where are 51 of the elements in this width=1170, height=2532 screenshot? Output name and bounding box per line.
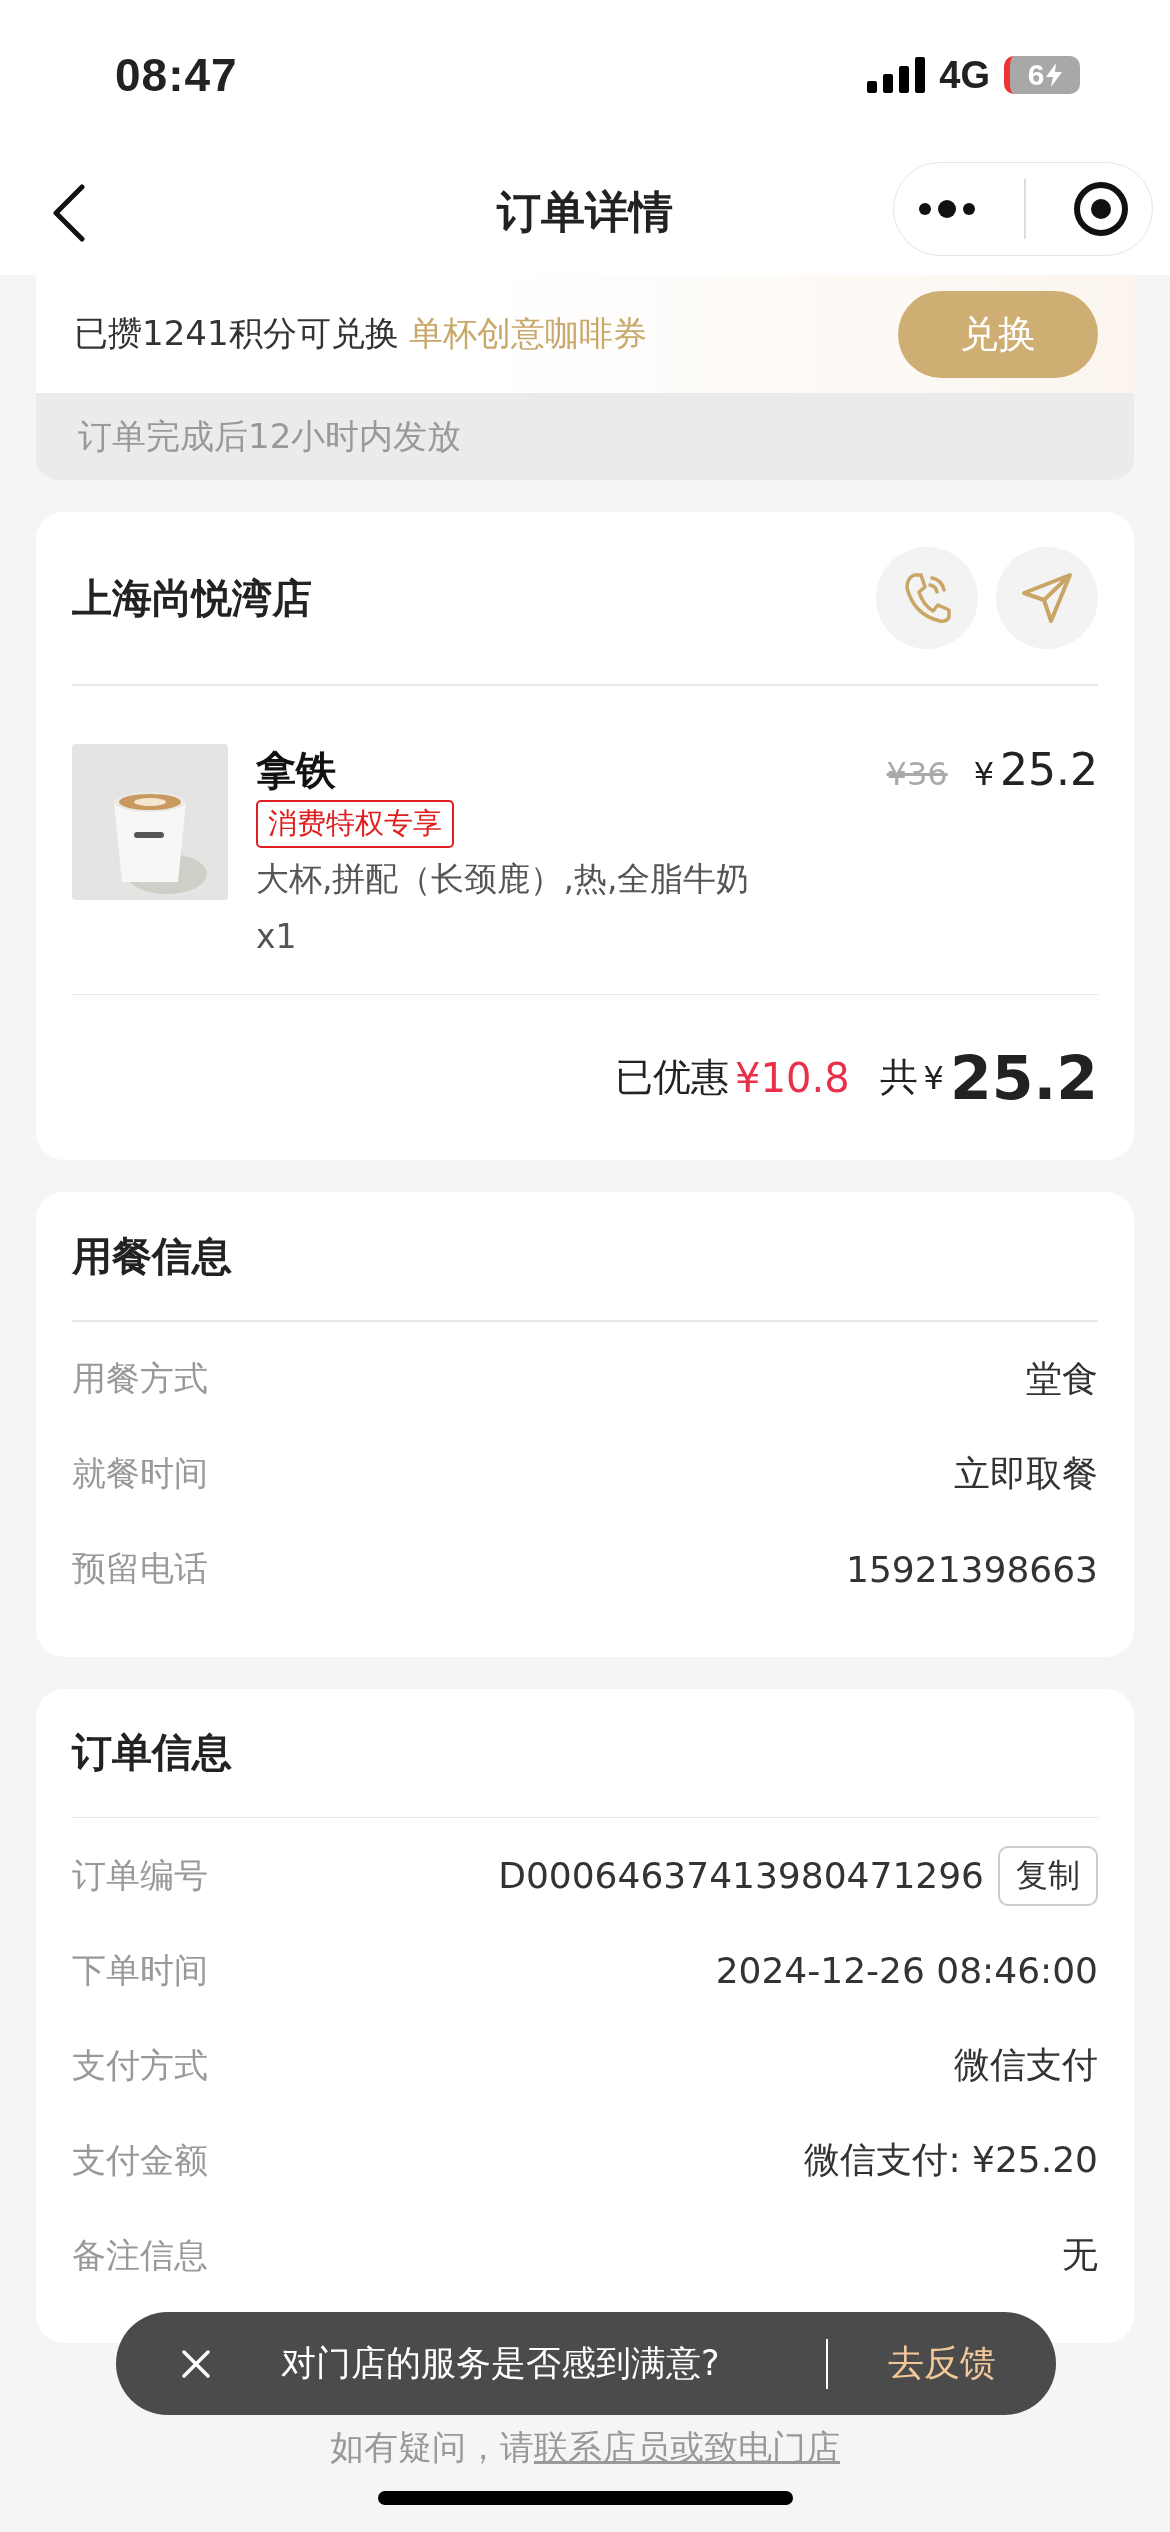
total-amount: 25.2 xyxy=(949,1042,1098,1113)
network-label: 4G xyxy=(939,53,990,97)
navigation-arrow-icon xyxy=(1020,571,1074,625)
item-name: 拿铁 xyxy=(256,745,336,795)
field-value: 无 xyxy=(1062,2233,1098,2277)
field-label: 预留电话 xyxy=(72,1547,209,1590)
discount-label: 已优惠 xyxy=(615,1054,730,1101)
help-text: 如有疑问，请 xyxy=(330,2427,534,2467)
section-title: 订单信息 xyxy=(72,1728,232,1777)
copy-button[interactable]: 复制 xyxy=(998,1845,1098,1906)
item-specs: 大杯,拼配（长颈鹿）,热,全脂牛奶 xyxy=(256,857,750,900)
field-label: 支付方式 xyxy=(72,2043,209,2087)
close-icon[interactable] xyxy=(181,2348,211,2379)
page-title: 订单详情 xyxy=(497,185,673,239)
promo-tag: 消费特权专享 xyxy=(256,799,454,848)
field-label: 用餐方式 xyxy=(72,1357,209,1400)
field-label: 下单时间 xyxy=(72,1948,209,1992)
toast-message: 对门店的服务是否感到满意? xyxy=(281,2342,721,2385)
item-quantity: x1 xyxy=(256,915,297,958)
field-value: 2024-12-26 08:46:00 xyxy=(715,1950,1098,1991)
field-value: 15921398663 xyxy=(846,1548,1098,1590)
field-value: 微信支付: ¥25.20 xyxy=(804,2138,1098,2182)
section-title: 用餐信息 xyxy=(72,1231,232,1281)
original-price: ¥36 xyxy=(886,754,948,793)
field-label: 订单编号 xyxy=(72,1853,209,1897)
target-icon[interactable] xyxy=(1072,181,1129,237)
redeem-button[interactable]: 兑换 xyxy=(898,290,1098,378)
field-label: 就餐时间 xyxy=(72,1452,209,1495)
field-value: 微信支付 xyxy=(954,2043,1098,2087)
field-value: 立即取餐 xyxy=(954,1451,1098,1496)
contact-link[interactable]: 联系店员或致电门店 xyxy=(534,2427,840,2467)
status-time: 08:47 xyxy=(115,48,238,102)
currency-symbol: ¥ xyxy=(923,1058,944,1097)
more-icon[interactable] xyxy=(917,199,978,219)
field-value: D00064637413980471296 xyxy=(498,1855,984,1896)
back-icon[interactable] xyxy=(52,184,86,242)
reward-link[interactable]: 单杯创意咖啡券 xyxy=(408,311,898,357)
banner-note: 订单完成后12小时内发放 xyxy=(36,393,1134,480)
feedback-link[interactable]: 去反馈 xyxy=(888,2339,996,2388)
battery-icon: 6 xyxy=(1004,56,1080,94)
store-name: 上海尚悦湾店 xyxy=(72,573,313,623)
field-value: 堂食 xyxy=(1026,1356,1098,1401)
signal-icon xyxy=(867,57,926,93)
phone-icon xyxy=(902,571,952,625)
discount-amount: ¥10.8 xyxy=(735,1054,850,1101)
currency-symbol: ¥ xyxy=(973,754,995,793)
item-price: 25.2 xyxy=(1000,743,1098,795)
total-label: 共 xyxy=(879,1054,918,1101)
field-label: 备注信息 xyxy=(72,2233,209,2277)
points-text: 已攒1241积分可兑换 xyxy=(74,312,399,355)
field-label: 支付金额 xyxy=(72,2138,209,2182)
